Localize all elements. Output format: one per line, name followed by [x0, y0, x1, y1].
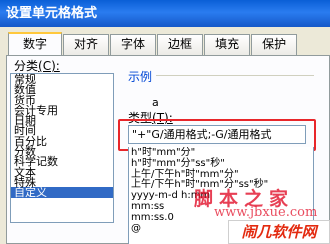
tab-protection[interactable]: 保护	[251, 34, 298, 55]
category-hotkey: (C):	[38, 59, 60, 73]
window-titlebar: 设置单元格格式	[0, 0, 330, 27]
watermark-url: www.jbxue.com	[214, 205, 318, 220]
format-cells-dialog: 数字 对齐 字体 边框 填充 保护 分类(C): 常规 数值 货币 会计专用 日…	[0, 27, 330, 244]
category-label-text: 分类	[14, 59, 39, 73]
tab-alignment[interactable]: 对齐	[63, 34, 110, 55]
sample-label: 示例	[128, 68, 157, 85]
format-item[interactable]: 上午/下午h"时"mm"分"	[129, 169, 313, 180]
format-item[interactable]: h"时"mm"分"ss"秒"	[129, 158, 313, 169]
tab-strip: 数字 对齐 字体 边框 填充 保护	[8, 32, 298, 55]
tab-fill[interactable]: 填充	[204, 34, 251, 55]
tab-font[interactable]: 字体	[110, 34, 157, 55]
category-list[interactable]: 常规 数值 货币 会计专用 日期 时间 百分比 分数 科学记数 文本 特殊 自定…	[10, 73, 114, 223]
sample-value: a	[152, 96, 159, 109]
category-label: 分类(C):	[14, 59, 60, 73]
site-logo: 闹几软件网	[228, 220, 330, 244]
tab-border[interactable]: 边框	[157, 34, 204, 55]
category-item-custom[interactable]: 自定义	[11, 187, 113, 198]
tab-number[interactable]: 数字	[8, 32, 63, 55]
format-item[interactable]: h"时"mm"分"	[129, 147, 313, 158]
window-title: 设置单元格格式	[6, 6, 98, 21]
sample-group: 示例 a	[128, 68, 314, 109]
